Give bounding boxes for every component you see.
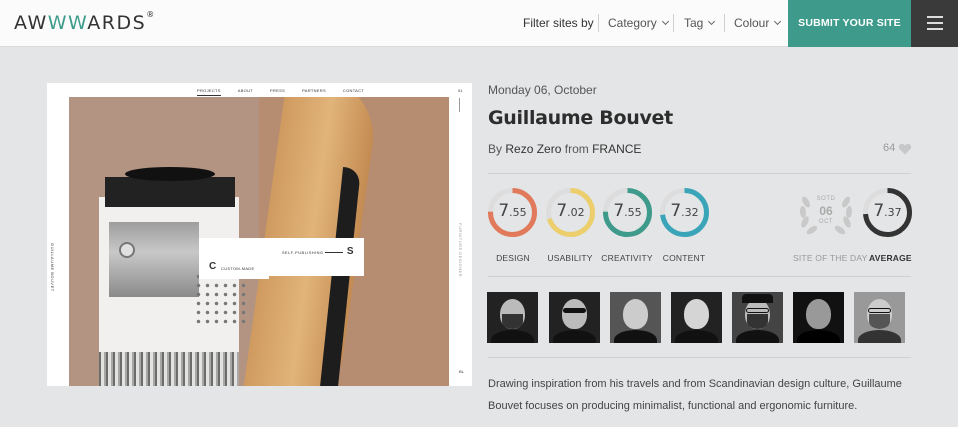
preview-record-platter — [125, 167, 215, 181]
score-creativity: 7.55 — [602, 187, 653, 238]
site-title[interactable]: Guillaume Bouvet — [488, 107, 673, 129]
preview-side-subtitle: FURNITURE DESIGNER — [458, 223, 463, 278]
preview-nav-item: PARTNERS — [302, 88, 326, 93]
preview-caption: SELF-PUBLISHING S — [282, 246, 354, 257]
site-preview-image[interactable]: PROJECTS ABOUT PRESS PARTNERS CONTACT 01 SEL… — [47, 83, 472, 386]
preview-counter-line — [459, 98, 460, 112]
divider — [488, 173, 911, 174]
jury-avatar[interactable] — [793, 292, 844, 343]
score-average: 7.37 — [862, 187, 913, 238]
filter-colour-dropdown[interactable]: Colour — [734, 16, 782, 30]
chevron-down-icon — [661, 17, 669, 26]
preview-counter-bottom: BL — [459, 369, 464, 374]
preview-side-title: GUILLAUME BOUVET — [50, 243, 55, 292]
filter-category-label: Category — [608, 16, 657, 30]
score-label-content: CONTENT — [662, 253, 706, 263]
top-header: AWWWARDS® Filter sites by Category Tag C… — [0, 0, 958, 47]
filter-colour-label: Colour — [734, 16, 770, 30]
sotd-badge-top: SOTD — [816, 196, 836, 202]
score-value: 7.55 — [613, 201, 642, 221]
preview-nav: PROJECTS ABOUT PRESS PARTNERS CONTACT — [197, 88, 381, 96]
sotd-badge-month: OCT — [818, 219, 834, 225]
jury-avatar[interactable] — [487, 292, 538, 343]
author-link[interactable]: Rezo Zero — [505, 142, 561, 156]
preview-caption-text: SELF-PUBLISHING — [281, 250, 324, 255]
by-prefix: By — [488, 142, 503, 156]
preview-turntable — [105, 177, 235, 207]
filter-divider — [598, 14, 599, 32]
logo-text-ws: WW — [47, 12, 88, 34]
byline: By Rezo Zero from FRANCE — [488, 142, 641, 156]
heart-icon[interactable] — [898, 143, 912, 155]
filter-divider — [673, 14, 674, 32]
country-link[interactable]: FRANCE — [592, 142, 641, 156]
score-content: 7.32 — [659, 187, 710, 238]
preview-perforation — [194, 272, 249, 327]
jury-avatar[interactable] — [732, 292, 783, 343]
preview-record-shelf — [99, 352, 239, 386]
preview-nav-item: PRESS — [270, 88, 286, 93]
preview-caption-text: CUSTOM-MADE — [221, 266, 255, 271]
filter-tag-dropdown[interactable]: Tag — [684, 16, 716, 30]
preview-counter: 01 — [458, 88, 463, 93]
hamburger-icon — [927, 28, 943, 30]
score-label-usability: USABILITY — [547, 253, 593, 263]
divider — [488, 276, 911, 277]
score-value: 7.32 — [670, 201, 699, 221]
site-description: Drawing inspiration from his travels and… — [488, 378, 902, 412]
award-date: Monday 06, October — [488, 83, 597, 97]
preview-amplifier — [109, 222, 199, 297]
chevron-down-icon — [708, 17, 716, 26]
sotd-badge-day: 06 — [819, 204, 833, 218]
filter-tag-label: Tag — [684, 16, 704, 30]
score-design: 7.55 — [487, 187, 538, 238]
average-label: AVERAGE — [869, 253, 912, 263]
divider — [488, 357, 911, 358]
preview-nav-item: CONTACT — [342, 88, 365, 93]
menu-button[interactable] — [911, 0, 958, 47]
filter-divider — [724, 14, 725, 32]
preview-nav-item: PROJECTS — [197, 88, 221, 96]
logo-text-start: AW — [14, 12, 48, 34]
preview-caption-letter: S — [346, 246, 354, 257]
preview-nav-item: ABOUT — [237, 88, 254, 93]
like-count: 64 — [883, 142, 896, 154]
hamburger-icon — [927, 16, 943, 18]
jury-avatar[interactable] — [549, 292, 600, 343]
jury-avatar[interactable] — [854, 292, 905, 343]
filter-category-dropdown[interactable]: Category — [608, 16, 669, 30]
awwwards-logo[interactable]: AWWWARDS® — [14, 10, 156, 34]
chevron-down-icon — [774, 17, 782, 26]
hamburger-icon — [927, 22, 943, 24]
score-label-creativity: CREATIVITY — [601, 253, 653, 263]
site-of-the-day-badge: SOTD 06 OCT — [797, 186, 855, 241]
sotd-label: SITE OF THE DAY — [793, 253, 868, 263]
preview-knob — [119, 242, 135, 258]
score-value: 7.02 — [556, 201, 585, 221]
score-value: 7.37 — [873, 201, 902, 221]
registered-mark: ® — [146, 10, 156, 19]
logo-text-end: ARDS — [87, 12, 147, 34]
jury-avatar[interactable] — [671, 292, 722, 343]
submit-site-button[interactable]: SUBMIT YOUR SITE — [788, 0, 911, 47]
preview-caption-box-2: C CUSTOM-MADE — [199, 257, 269, 279]
preview-caption-letter: C — [209, 261, 217, 272]
preview-photo: SELF-PUBLISHING S C CUSTOM-MADE — [69, 97, 449, 386]
from-prefix: from — [564, 142, 589, 156]
filter-label: Filter sites by — [523, 16, 594, 30]
jury-avatar[interactable] — [610, 292, 661, 343]
score-value: 7.55 — [498, 201, 527, 221]
score-usability: 7.02 — [545, 187, 596, 238]
score-label-design: DESIGN — [496, 253, 530, 263]
